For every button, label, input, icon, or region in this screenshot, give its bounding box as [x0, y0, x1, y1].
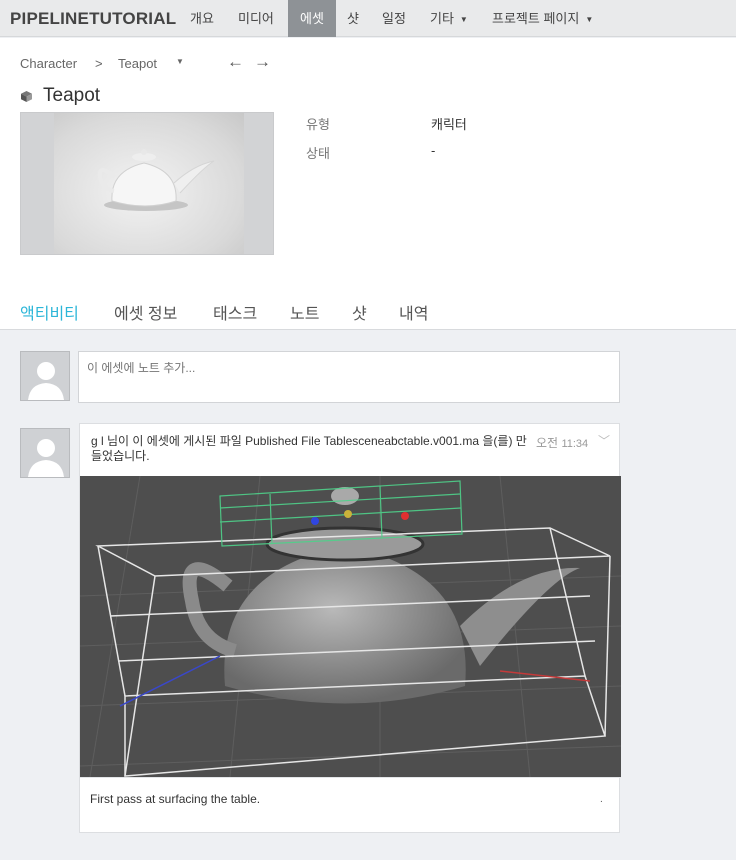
tab-bar: 액티비티 에셋 정보 태스크 노트 샷 내역: [0, 300, 736, 330]
type-label: 유형: [306, 117, 330, 132]
tab-shots[interactable]: 샷: [352, 300, 367, 324]
thumbnail-image: [54, 113, 244, 254]
add-note-input[interactable]: [78, 351, 620, 403]
tab-history[interactable]: 내역: [399, 300, 428, 324]
next-arrow-icon[interactable]: →: [254, 52, 271, 72]
tab-tasks[interactable]: 태스크: [213, 300, 257, 324]
comment-text: First pass at surfacing the table.: [90, 792, 261, 806]
teapot-viewport-icon: [80, 476, 621, 777]
nav-item-media[interactable]: 미디어: [228, 0, 284, 37]
nav-item-project-pages[interactable]: 프로젝트 페이지 ▼: [482, 0, 603, 37]
tab-activity[interactable]: 액티비티: [20, 300, 79, 324]
nav-item-assets[interactable]: 에셋: [288, 0, 336, 37]
page-title-row: Teapot: [20, 85, 100, 107]
breadcrumb-separator: >: [95, 56, 103, 71]
post-preview-image[interactable]: [80, 476, 621, 777]
comment-marker: .: [600, 794, 603, 805]
breadcrumb-dropdown-icon[interactable]: ▼: [176, 57, 184, 66]
top-nav: PIPELINETUTORIAL 개요 미디어 에셋 샷 일정 기타 ▼ 프로젝트…: [0, 0, 736, 37]
asset-cube-icon: [21, 90, 32, 102]
status-value[interactable]: -: [431, 143, 435, 158]
type-value[interactable]: 캐릭터: [431, 114, 467, 133]
chevron-down-icon[interactable]: ﹀: [598, 432, 610, 449]
post-text: g l 님이 이 에셋에 게시된 파일 Published File Table…: [91, 434, 527, 463]
activity-post: g l 님이 이 에셋에 게시된 파일 Published File Table…: [79, 423, 621, 833]
breadcrumb-parent[interactable]: Character: [20, 56, 77, 71]
caret-down-icon: ▼: [585, 15, 594, 25]
nav-item-schedule[interactable]: 일정: [372, 0, 416, 37]
current-user-avatar: [20, 351, 70, 401]
nav-item-other[interactable]: 기타 ▼: [420, 0, 478, 37]
tab-asset-info[interactable]: 에셋 정보: [114, 300, 177, 324]
asset-thumbnail[interactable]: [20, 112, 274, 255]
post-author-avatar[interactable]: [20, 428, 70, 478]
asset-header: Character > Teapot ▼ ← → Teapot 유형 캐릭터 상…: [0, 38, 736, 330]
breadcrumb-current[interactable]: Teapot: [118, 56, 157, 71]
teapot-thumbnail-icon: [97, 149, 215, 211]
user-silhouette-icon: [28, 439, 64, 477]
post-time-value: 11:34: [561, 438, 589, 450]
status-label: 상태: [306, 146, 330, 161]
nav-item-other-label: 기타: [430, 11, 454, 26]
nav-item-overview[interactable]: 개요: [180, 0, 224, 37]
previous-arrow-icon[interactable]: ←: [227, 52, 244, 72]
page-title: Teapot: [43, 85, 101, 106]
user-silhouette-icon: [28, 362, 64, 400]
brand-logo[interactable]: PIPELINETUTORIAL: [10, 9, 176, 29]
post-time-prefix: 오전: [536, 436, 559, 450]
nav-item-project-pages-label: 프로젝트 페이지: [492, 11, 580, 26]
post-comment: First pass at surfacing the table. .: [80, 777, 621, 833]
tab-notes[interactable]: 노트: [290, 300, 319, 324]
nav-item-shots[interactable]: 샷: [337, 0, 369, 37]
post-timestamp: 오전 11:34: [536, 434, 588, 451]
caret-down-icon: ▼: [459, 15, 468, 25]
